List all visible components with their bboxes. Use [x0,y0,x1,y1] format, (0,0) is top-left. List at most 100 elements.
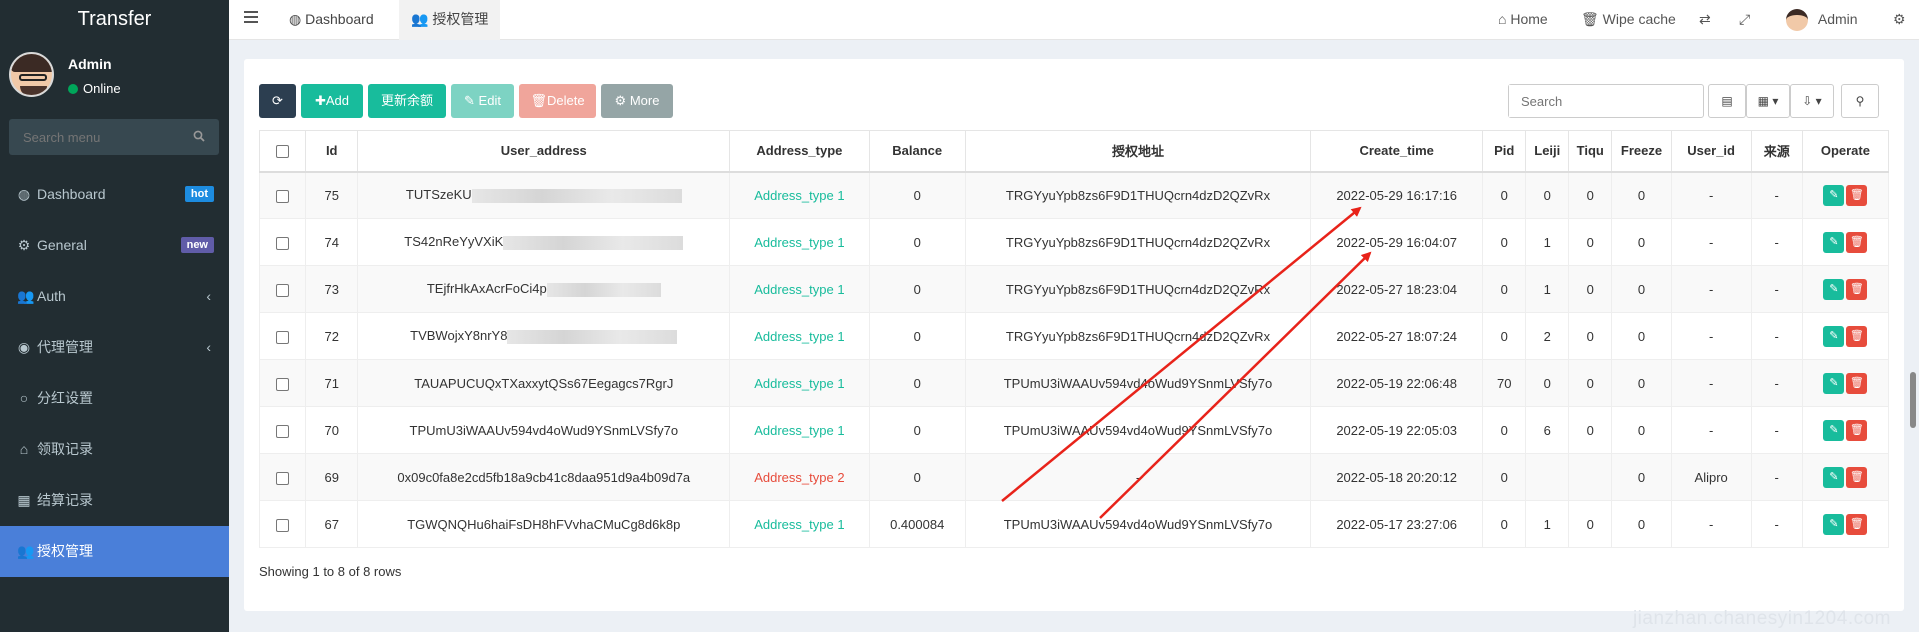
add-button[interactable]: ✚Add [301,84,363,118]
row-checkbox[interactable] [258,453,307,501]
column-header[interactable]: Create_time [1310,130,1484,173]
row-delete-button[interactable]: 🗑 [1846,184,1868,206]
row-edit-button[interactable]: ✎ [1823,419,1845,441]
row-delete-button[interactable]: 🗑 [1846,466,1868,488]
column-header[interactable]: Balance [868,130,966,173]
more-button[interactable]: ⚙ More [601,84,673,118]
user-address-text: TVBWojxY8nrY8 [410,328,508,344]
cell-address-type[interactable]: Address_type 1 [729,171,870,219]
table-row[interactable]: 69 0x09c0fa8e2cd5fb18a9cb41c8daa951d9a4b0… [258,453,1890,501]
cell-create-time: 2022-05-27 18:23:04 [1310,265,1484,313]
cell-address-type[interactable]: Address_type 1 [729,500,870,548]
table-row[interactable]: 75 TUTSzeKU Address_type 1 0 TRGYyuYpb8zs6F9… [258,171,1890,219]
row-delete-button[interactable]: 🗑 [1846,231,1868,253]
row-checkbox[interactable] [258,406,307,454]
row-edit-button[interactable]: ✎ [1823,513,1845,535]
row-edit-button[interactable]: ✎ [1823,231,1845,253]
sidebar-item-auth[interactable]: 👥 Auth ‹ [0,271,229,322]
table-row[interactable]: 70 TPUmU3iWAAUv594vd4oWud9YSnmLVSfy7o Addr… [258,406,1890,454]
edit-button[interactable]: ✎ Edit [451,84,514,118]
delete-button[interactable]: 🗑Delete [519,84,596,118]
cell-user-id: - [1670,500,1752,548]
sidebar-item-claim-records[interactable]: ⌂ 领取记录 [0,424,229,475]
language-icon[interactable]: ⇄ [1699,0,1711,40]
column-header[interactable]: User_address [357,130,731,173]
sidebar-item-agent[interactable]: ◉ 代理管理 ‹ [0,322,229,373]
fullscreen-icon[interactable]: ⤢ [1739,0,1750,40]
row-checkbox[interactable] [258,218,307,266]
columns-button[interactable]: ▦ ▾ [1746,84,1790,118]
avatar [1786,9,1808,32]
sidebar-item-authorization[interactable]: 👥 授权管理 [0,526,229,577]
column-header[interactable]: 来源 [1750,130,1803,173]
settings-icon[interactable]: ⚙ [1893,0,1906,40]
table-search-input[interactable] [1509,85,1689,117]
row-delete-button[interactable]: 🗑 [1846,513,1868,535]
row-edit-button[interactable]: ✎ [1823,184,1845,206]
search-toggle-button[interactable]: ⚲ [1841,84,1879,118]
table-row[interactable]: 74 TS42nReYyVXiK Address_type 1 0 TRGYyuYpb8… [258,218,1890,266]
cell-user-address: 0x09c0fa8e2cd5fb18a9cb41c8daa951d9a4b09d… [357,453,731,501]
sidebar-item-dividend[interactable]: ○ 分红设置 [0,373,229,424]
cell-pid: 0 [1482,406,1527,454]
column-header[interactable]: User_id [1670,130,1752,173]
table-row[interactable]: 67 TGWQNQHu6haiFsDH8hFVvhaCMuCg8d6k8p Addr… [258,500,1890,548]
tab-dashboard[interactable]: ◍ Dashboard [277,0,386,40]
row-checkbox[interactable] [258,359,307,407]
select-all-checkbox[interactable] [258,130,307,173]
cell-address-type[interactable]: Address_type 1 [729,406,870,454]
update-balance-button[interactable]: 更新余额 [368,84,446,118]
table-row[interactable]: 72 TVBWojxY8nrY8 Address_type 1 0 TRGYyuYpb8… [258,312,1890,360]
row-delete-button[interactable]: 🗑 [1846,325,1868,347]
menu-toggle-icon[interactable] [244,11,258,25]
toggle-view-button[interactable]: ▤ [1708,84,1746,118]
user-address-text: TGWQNQHu6haiFsDH8hFVvhaCMuCg8d6k8p [407,516,681,532]
cell-create-time: 2022-05-17 23:27:06 [1310,500,1484,548]
cell-user-address: TVBWojxY8nrY8 [357,312,731,360]
tab-authorization[interactable]: 👥 授权管理 [399,0,501,40]
page-scrollbar[interactable] [1910,372,1916,428]
table-row[interactable]: 71 TAUAPUCUQxTXaxxytQSs67Eegagcs7RgrJ Addr… [258,359,1890,407]
user-address-text: TUTSzeKU [405,187,472,203]
column-header[interactable]: Address_type [729,130,870,173]
redacted-mask [546,282,661,297]
row-delete-button[interactable]: 🗑 [1846,419,1868,441]
cell-address-type[interactable]: Address_type 1 [729,265,870,313]
column-header[interactable]: Id [305,130,359,173]
column-header[interactable]: Freeze [1611,130,1672,173]
cell-address-type[interactable]: Address_type 1 [729,359,870,407]
column-header[interactable]: 授权地址 [964,130,1312,173]
online-dot-icon [68,84,78,94]
table-row[interactable]: 73 TEjfrHkAxAcrFoCi4p Address_type 1 0 TRGYy… [258,265,1890,313]
app-title[interactable]: Transfer [0,0,229,38]
cell-operate: ✎ 🗑 [1801,218,1890,266]
row-edit-button[interactable]: ✎ [1823,372,1845,394]
home-link[interactable]: ⌂ Home [1498,0,1548,40]
row-delete-button[interactable]: 🗑 [1846,278,1868,300]
wipe-cache-link[interactable]: 🗑 Wipe cache [1581,0,1676,40]
cell-freeze: 0 [1611,453,1672,501]
search-icon[interactable] [193,130,205,142]
column-header[interactable]: Tiqu [1568,130,1613,173]
cell-address-type[interactable]: Address_type 1 [729,218,870,266]
admin-menu[interactable]: Admin [1786,0,1858,40]
row-checkbox[interactable] [258,171,307,219]
row-edit-button[interactable]: ✎ [1823,278,1845,300]
row-delete-button[interactable]: 🗑 [1846,372,1868,394]
cell-address-type[interactable]: Address_type 2 [729,453,870,501]
column-header[interactable]: Leiji [1525,130,1570,173]
row-checkbox[interactable] [258,265,307,313]
row-checkbox[interactable] [258,500,307,548]
export-button[interactable]: ⇩ ▾ [1790,84,1834,118]
cell-address-type[interactable]: Address_type 1 [729,312,870,360]
sidebar-item-settlement[interactable]: ▦ 结算记录 [0,475,229,526]
sidebar-item-general[interactable]: ⚙ General new [0,220,229,271]
refresh-button[interactable]: ⟳ [259,84,296,118]
row-checkbox[interactable] [258,312,307,360]
column-header[interactable]: Pid [1482,130,1527,173]
row-edit-button[interactable]: ✎ [1823,466,1845,488]
search-menu-input[interactable] [9,119,179,155]
sidebar-item-dashboard[interactable]: ◍ Dashboard hot [0,169,229,220]
cell-id: 67 [305,500,359,548]
row-edit-button[interactable]: ✎ [1823,325,1845,347]
